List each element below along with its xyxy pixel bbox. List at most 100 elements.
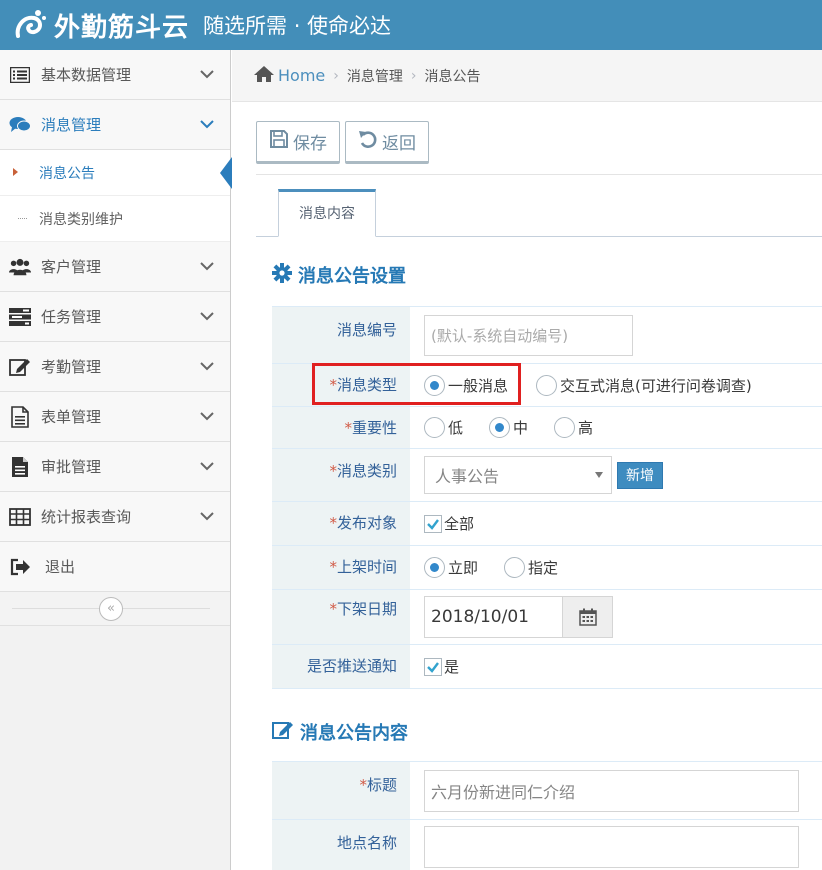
field-label: *消息类别 <box>272 449 410 501</box>
sidebar-subitem-category-maintenance[interactable]: 消息类别维护 <box>0 196 230 242</box>
calendar-button[interactable] <box>562 597 612 637</box>
radio-label: 低 <box>448 419 464 437</box>
sidebar-item-approvals[interactable]: 审批管理 <box>0 442 230 492</box>
form-row-subject: *标题 六月份新进同仁介绍 <box>272 762 822 820</box>
label-text: 发布对象 <box>336 514 397 532</box>
field-label: *重要性 <box>272 407 410 448</box>
save-button[interactable]: 保存 <box>256 121 340 164</box>
sidebar-item-forms[interactable]: 表单管理 <box>0 392 230 442</box>
sidebar-collapse-bar: « <box>0 592 230 626</box>
location-input[interactable] <box>424 826 799 868</box>
dropdown-arrow-icon <box>595 472 603 478</box>
push-notify-checkbox[interactable]: 是 <box>424 656 459 677</box>
label-text: 消息编号 <box>336 321 397 339</box>
sidebar-item-label: 客户管理 <box>41 258 102 276</box>
label-text: 上架时间 <box>336 558 397 576</box>
importance-high-radio[interactable]: 高 <box>554 417 593 438</box>
edit-icon <box>272 720 294 745</box>
field-value: 是 <box>410 645 822 688</box>
logo-icon <box>12 6 50 44</box>
field-value: 2018/10/01 <box>410 590 822 644</box>
caret-right-icon <box>13 168 18 176</box>
publish-scheduled-radio[interactable]: 指定 <box>504 557 558 578</box>
users-icon <box>9 256 31 278</box>
category-select[interactable]: 人事公告 <box>424 456 612 494</box>
tab-message-content[interactable]: 消息内容 <box>278 189 376 237</box>
field-value: 低 中 高 <box>410 407 822 448</box>
checkbox-box <box>424 657 442 676</box>
active-pointer <box>220 157 232 189</box>
publish-now-radio[interactable]: 立即 <box>424 557 478 578</box>
off-date-input[interactable]: 2018/10/01 <box>425 597 562 637</box>
collapse-sidebar-button[interactable]: « <box>99 597 123 621</box>
radio-label: 立即 <box>448 559 479 577</box>
check-icon <box>427 518 439 530</box>
breadcrumb-home-link[interactable]: Home <box>278 66 325 85</box>
form-row-category: *消息类别 人事公告 新增 <box>272 449 822 502</box>
app-header: 外勤筋斗云 随选所需 · 使命必达 <box>0 0 822 50</box>
label-text: 是否推送通知 <box>306 657 397 675</box>
checkbox-label: 是 <box>444 658 460 676</box>
edit-icon <box>9 356 31 378</box>
chevron-down-icon <box>200 67 214 83</box>
field-value: 立即 指定 <box>410 546 822 589</box>
radio-label: 高 <box>578 419 594 437</box>
sidebar-item-messages[interactable]: 消息管理 <box>0 100 230 150</box>
sidebar-item-label: 审批管理 <box>41 458 102 476</box>
label-text: 重要性 <box>351 419 397 437</box>
msg-no-input[interactable]: (默认-系统自动编号) <box>424 314 633 356</box>
importance-medium-radio[interactable]: 中 <box>489 417 528 438</box>
back-label: 返回 <box>382 134 416 154</box>
form-row-importance: *重要性 低 中 高 <box>272 407 822 449</box>
home-icon[interactable] <box>253 65 275 87</box>
breadcrumb-item-current: 消息公告 <box>424 68 481 85</box>
tab-bar: 消息内容 <box>256 189 822 237</box>
radio-circle <box>536 374 558 396</box>
field-value: (默认-系统自动编号) <box>410 307 822 363</box>
add-category-button[interactable]: 新增 <box>617 461 663 489</box>
list-icon <box>9 64 31 86</box>
field-value <box>410 820 822 870</box>
sidebar-item-basic-data[interactable]: 基本数据管理 <box>0 50 230 100</box>
sidebar-item-reports[interactable]: 统计报表查询 <box>0 492 230 542</box>
radio-label: 中 <box>513 419 529 437</box>
content-form: *标题 六月份新进同仁介绍 地点名称 <box>272 761 822 870</box>
checkbox-box <box>424 514 442 533</box>
importance-low-radio[interactable]: 低 <box>424 417 463 438</box>
sidebar-item-label: 退出 <box>45 558 76 576</box>
sidebar-item-tasks[interactable]: 任务管理 <box>0 292 230 342</box>
subject-input[interactable]: 六月份新进同仁介绍 <box>424 769 799 812</box>
back-button[interactable]: 返回 <box>345 121 429 164</box>
chevron-down-icon <box>200 259 214 275</box>
field-label: 地点名称 <box>272 820 410 870</box>
radio-circle <box>504 557 526 578</box>
required-mark: * <box>344 419 352 437</box>
form-row-audience: *发布对象 全部 <box>272 502 822 546</box>
sidebar-item-customers[interactable]: 客户管理 <box>0 242 230 292</box>
radio-circle <box>424 417 445 438</box>
chevron-down-icon <box>200 117 214 133</box>
sidebar-subitem-announcements[interactable]: 消息公告 <box>0 150 232 196</box>
breadcrumb-separator: › <box>333 67 339 84</box>
radio-label: 指定 <box>528 559 559 577</box>
divider <box>256 174 822 175</box>
content-section-title: 消息公告内容 <box>272 719 408 745</box>
checkbox-label: 全部 <box>444 515 475 533</box>
form-row-publish-time: *上架时间 立即 指定 <box>272 546 822 590</box>
msg-type-interactive-radio[interactable]: 交互式消息(可进行问卷调查) <box>536 374 752 396</box>
sidebar-item-label: 任务管理 <box>41 308 102 326</box>
sidebar: 基本数据管理 消息管理 消息公告 消息类别维护 客户管理 任务管理 考勤管理 表… <box>0 50 232 870</box>
section-title-text: 消息公告设置 <box>298 266 406 287</box>
breadcrumb-item-messages[interactable]: 消息管理 <box>347 66 403 86</box>
form-row-location: 地点名称 <box>272 820 822 870</box>
breadcrumb: Home › 消息管理 › 消息公告 <box>232 50 822 102</box>
sidebar-item-attendance[interactable]: 考勤管理 <box>0 342 230 392</box>
sidebar-item-logout[interactable]: 退出 <box>0 542 230 592</box>
audience-all-checkbox[interactable]: 全部 <box>424 513 474 534</box>
field-label: *上架时间 <box>272 546 410 589</box>
slogan: 随选所需 · 使命必达 <box>203 14 392 38</box>
save-label: 保存 <box>293 134 327 154</box>
file-icon <box>9 405 31 428</box>
sign-out-icon <box>9 556 31 578</box>
form-row-push: 是否推送通知 是 <box>272 645 822 689</box>
